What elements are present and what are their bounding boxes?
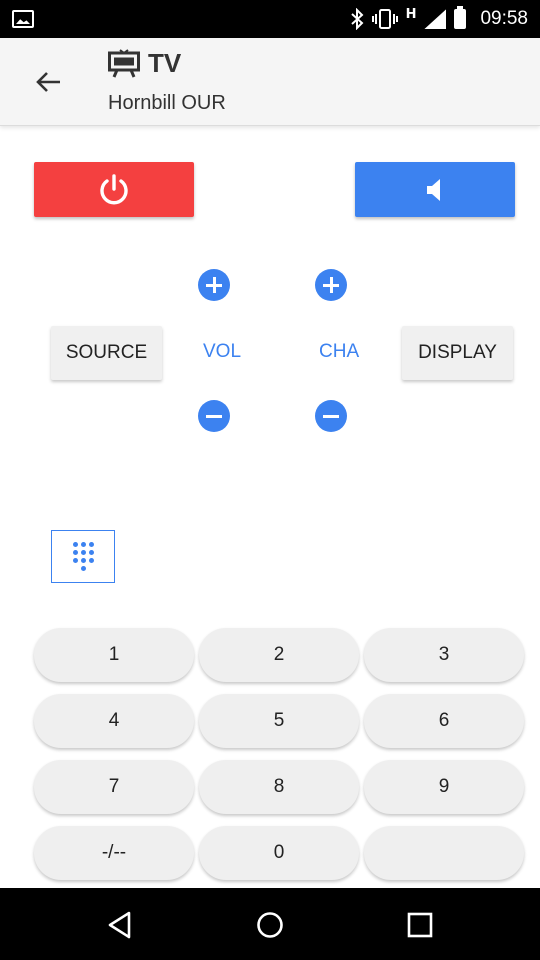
nav-recents-button[interactable] xyxy=(405,910,435,940)
status-icons: H 09:58 xyxy=(350,0,528,38)
status-bar: H 09:58 xyxy=(0,0,540,38)
volume-up-button[interactable] xyxy=(198,269,230,301)
key-6[interactable]: 6 xyxy=(364,694,524,748)
key-dash[interactable]: -/-- xyxy=(34,826,194,880)
title-row: TV xyxy=(108,48,181,79)
gallery-notification-icon xyxy=(12,10,34,28)
network-type-label: H xyxy=(405,6,417,22)
key-1[interactable]: 1 xyxy=(34,628,194,682)
power-icon xyxy=(100,173,128,204)
channel-up-button[interactable] xyxy=(315,269,347,301)
keypad-toggle-button[interactable] xyxy=(51,530,115,583)
key-2[interactable]: 2 xyxy=(199,628,359,682)
nav-home-button[interactable] xyxy=(255,910,285,940)
dialpad-icon xyxy=(72,542,94,571)
status-time: 09:58 xyxy=(480,8,528,29)
key-7[interactable]: 7 xyxy=(34,760,194,814)
channel-label: CHA xyxy=(319,341,360,362)
tv-icon xyxy=(108,48,140,78)
back-button[interactable] xyxy=(28,64,68,100)
plus-icon-stem xyxy=(212,277,216,293)
bluetooth-icon xyxy=(350,8,364,30)
nav-back-button[interactable] xyxy=(105,910,135,940)
arrow-back-icon xyxy=(36,72,60,92)
square-recents-icon xyxy=(407,912,433,938)
navigation-bar xyxy=(0,888,540,960)
volume-label: VOL xyxy=(203,341,242,362)
volume-down-button[interactable] xyxy=(198,400,230,432)
app-bar: TV Hornbill OUR xyxy=(0,38,540,126)
key-8[interactable]: 8 xyxy=(199,760,359,814)
mute-button[interactable] xyxy=(355,162,515,217)
power-button[interactable] xyxy=(34,162,194,217)
key-5[interactable]: 5 xyxy=(199,694,359,748)
circle-home-icon xyxy=(257,912,283,938)
source-button[interactable]: SOURCE xyxy=(51,326,162,380)
plus-icon-stem xyxy=(329,277,333,293)
page-title: TV xyxy=(148,48,182,78)
display-button[interactable]: DISPLAY xyxy=(402,326,513,380)
key-0[interactable]: 0 xyxy=(199,826,359,880)
triangle-back-icon xyxy=(108,911,131,939)
key-4[interactable]: 4 xyxy=(34,694,194,748)
volume-mute-icon xyxy=(427,178,440,201)
minus-icon xyxy=(206,414,222,418)
vibrate-icon xyxy=(371,8,398,30)
page-subtitle: Hornbill OUR xyxy=(108,92,226,114)
channel-down-button[interactable] xyxy=(315,400,347,432)
minus-icon xyxy=(323,414,339,418)
battery-icon xyxy=(454,6,467,29)
key-9[interactable]: 9 xyxy=(364,760,524,814)
signal-icon xyxy=(424,9,447,29)
key-blank[interactable] xyxy=(364,826,524,880)
key-3[interactable]: 3 xyxy=(364,628,524,682)
